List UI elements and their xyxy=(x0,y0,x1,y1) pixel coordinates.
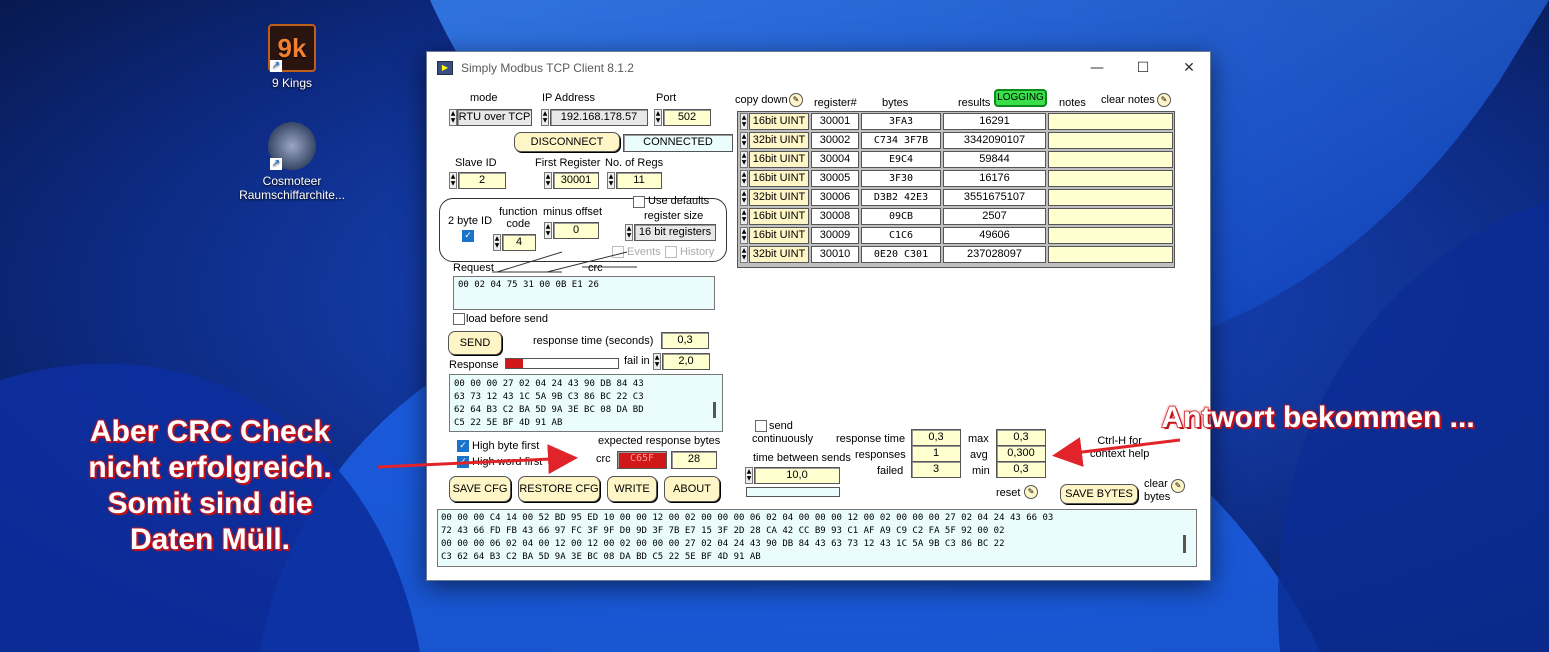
annotation-arrows xyxy=(377,437,1181,475)
